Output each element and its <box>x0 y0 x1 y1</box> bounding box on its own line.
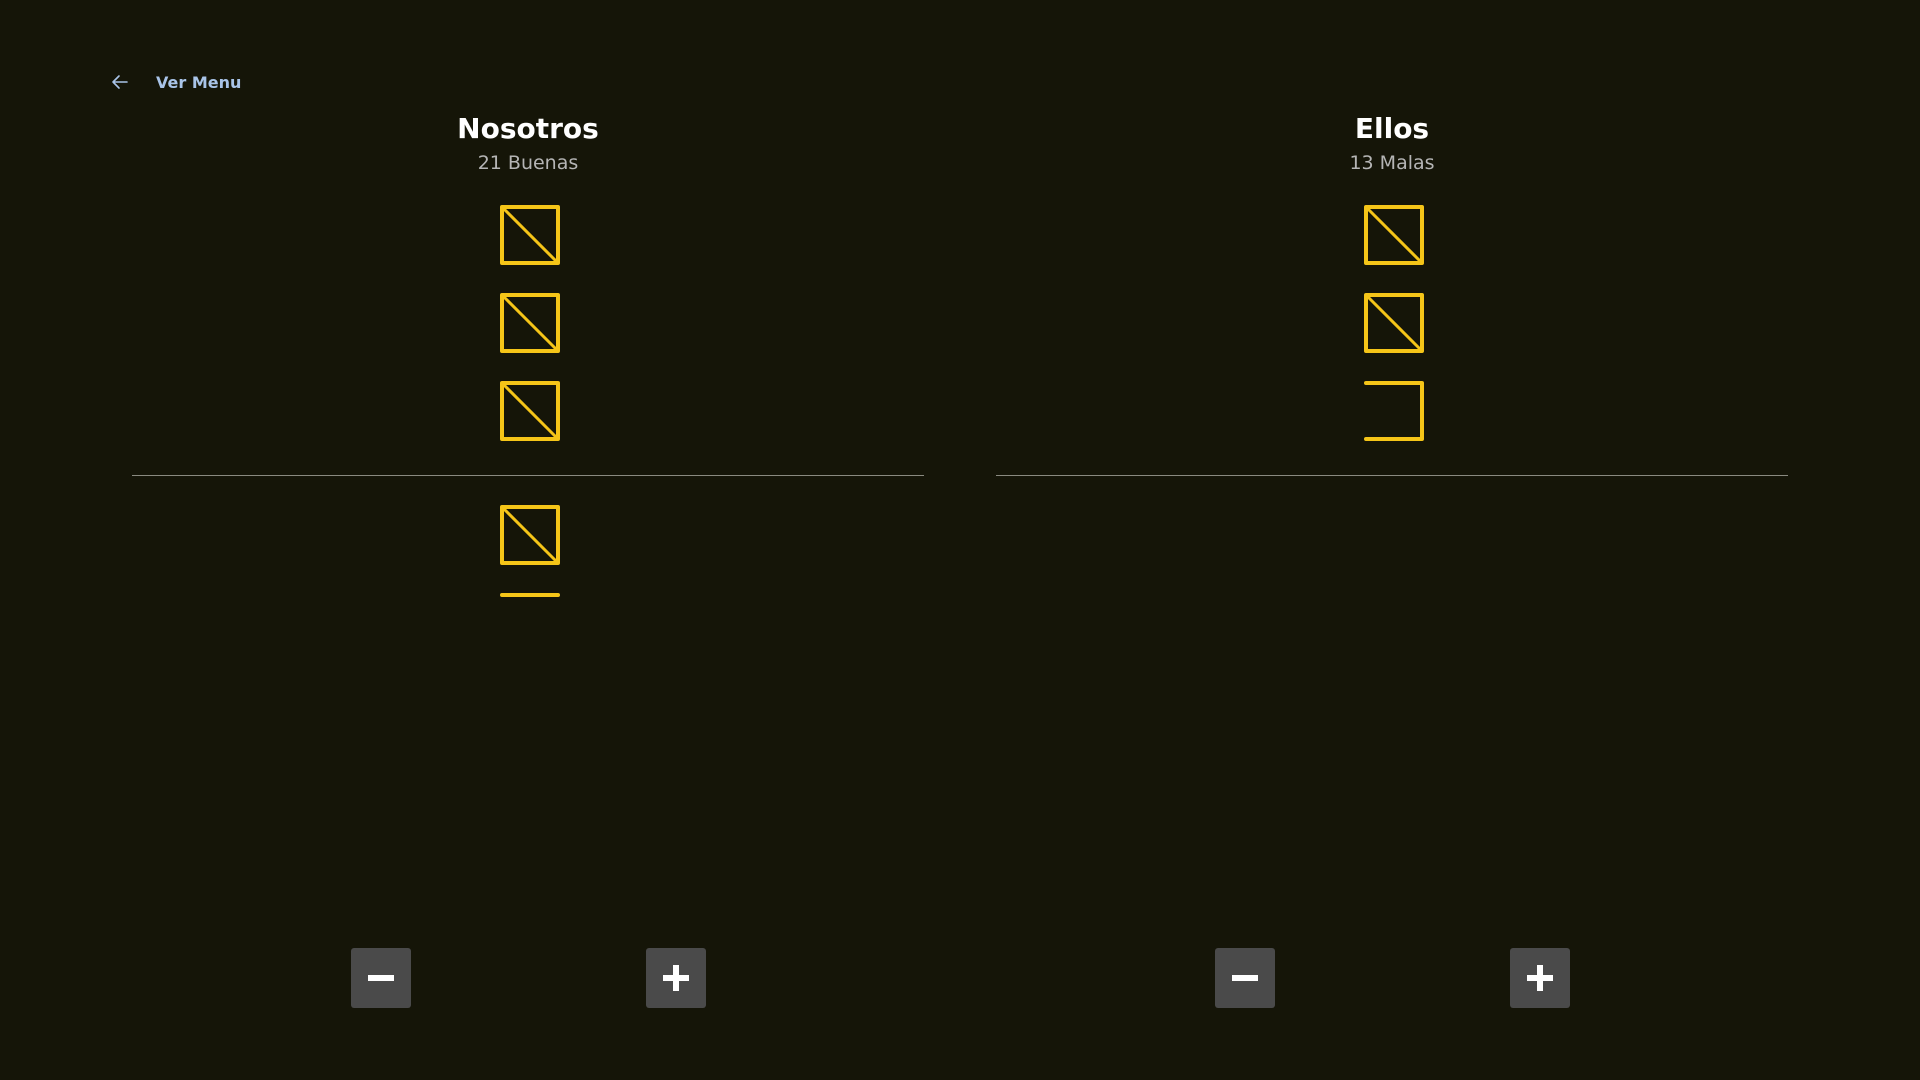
scoreboard-page: Ver Menu Nosotros 21 Buenas Ellos 13 Mal… <box>0 0 1920 1080</box>
tally-box-complete <box>500 505 560 565</box>
minus-icon <box>368 975 394 981</box>
tally-partial-icon <box>500 593 560 597</box>
tally-square-icon <box>1364 293 1424 353</box>
tally-square-icon <box>1364 205 1424 265</box>
tally-box-complete <box>1364 293 1424 353</box>
team-score-status: 13 Malas <box>1349 152 1435 174</box>
tally-square-icon <box>500 205 560 265</box>
decrement-button[interactable] <box>1215 948 1275 1008</box>
arrow-left-icon <box>112 75 128 89</box>
decrement-button[interactable] <box>351 948 411 1008</box>
tally-box-complete <box>500 293 560 353</box>
tally-box-partial <box>500 593 560 653</box>
increment-button[interactable] <box>1510 948 1570 1008</box>
tally-partial-icon <box>1364 381 1424 441</box>
increment-button[interactable] <box>646 948 706 1008</box>
tally-box-complete <box>500 205 560 265</box>
team-score-status: 21 Buenas <box>477 152 579 174</box>
tally-square-icon <box>500 293 560 353</box>
section-divider <box>996 475 1788 476</box>
plus-icon <box>663 965 689 991</box>
team-panel-nosotros: Nosotros 21 Buenas <box>132 0 924 1080</box>
tally-square-icon <box>500 505 560 565</box>
team-name: Nosotros <box>457 112 599 145</box>
team-name: Ellos <box>1354 112 1430 145</box>
tally-box-partial <box>1364 381 1424 441</box>
minus-icon <box>1232 975 1258 981</box>
section-divider <box>132 475 924 476</box>
tally-square-icon <box>500 381 560 441</box>
team-panel-ellos: Ellos 13 Malas <box>996 0 1788 1080</box>
tally-box-complete <box>1364 205 1424 265</box>
tally-box-complete <box>500 381 560 441</box>
plus-icon <box>1527 965 1553 991</box>
